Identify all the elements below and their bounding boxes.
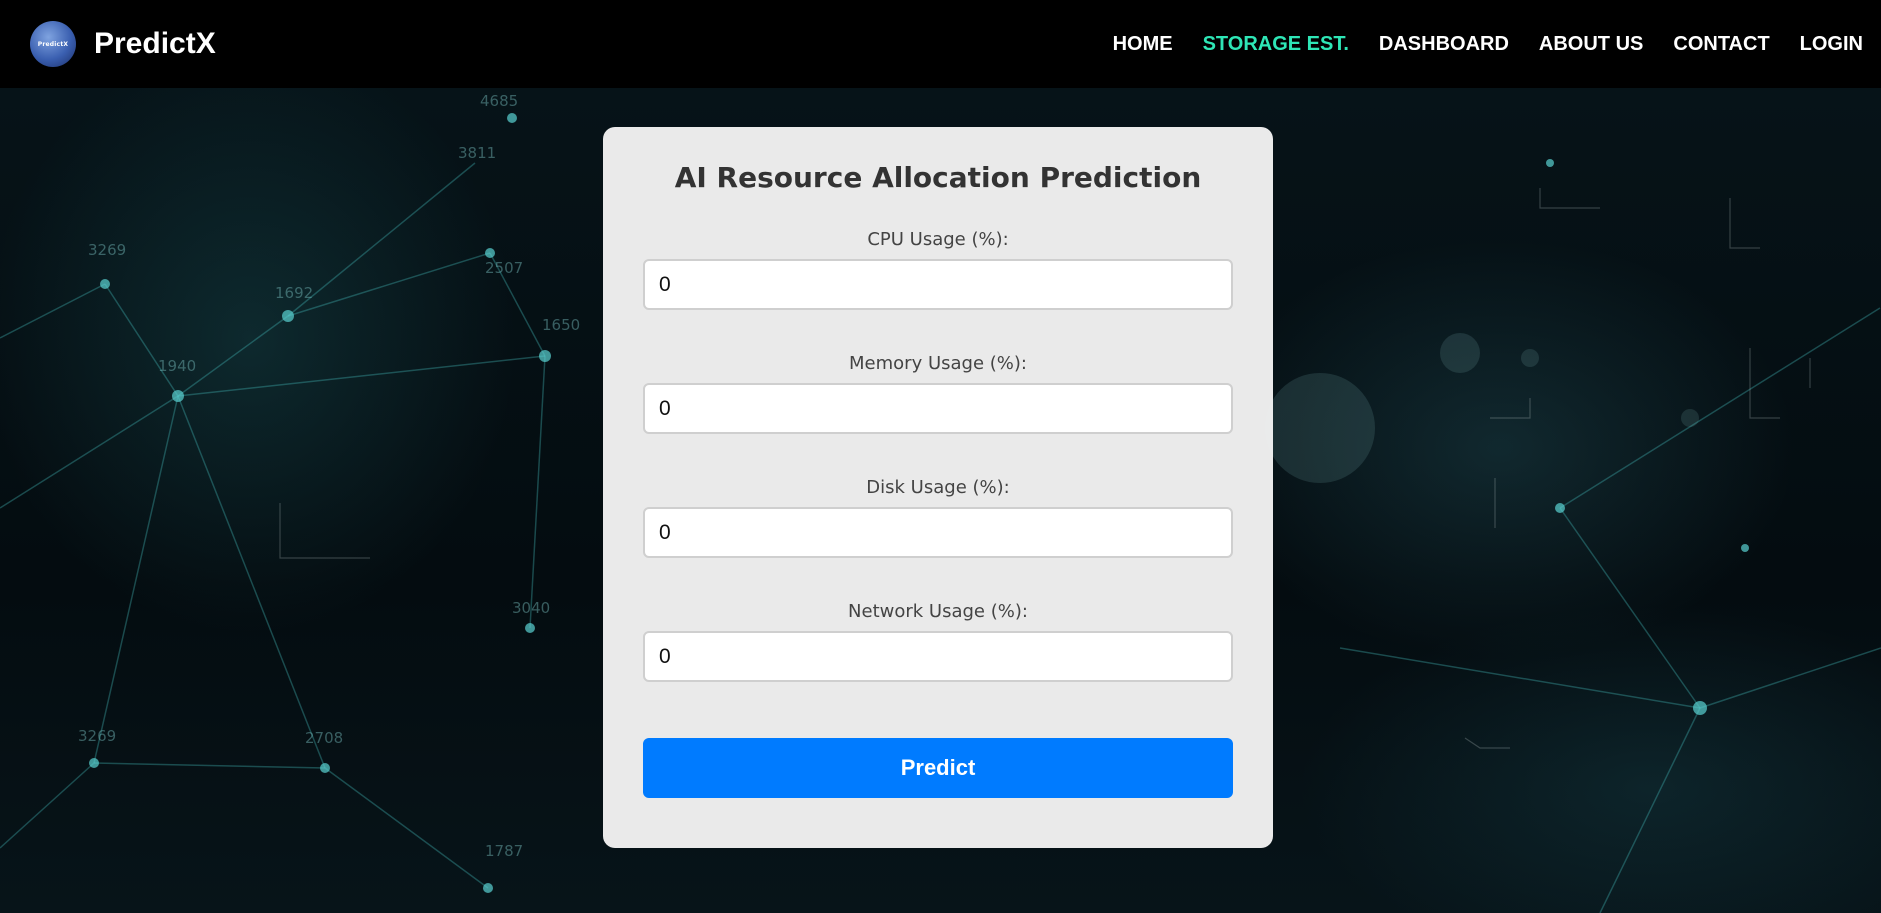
form-title: AI Resource Allocation Prediction <box>674 161 1202 194</box>
nav-item-about-us[interactable]: ABOUT US <box>1539 33 1643 56</box>
brand[interactable]: PredictX PredictX <box>30 21 216 67</box>
disk-usage-input[interactable] <box>643 507 1233 558</box>
nav-item-storage-est[interactable]: STORAGE EST. <box>1203 33 1349 56</box>
nav-links: HOME STORAGE EST. DASHBOARD ABOUT US CON… <box>1083 33 1863 56</box>
network-usage-label: Network Usage (%): <box>848 601 1028 622</box>
cpu-usage-field-group: CPU Usage (%): <box>643 229 1233 310</box>
memory-usage-input[interactable] <box>643 383 1233 434</box>
background-number-label: 3040 <box>512 599 550 617</box>
logo-icon[interactable]: PredictX <box>30 21 76 67</box>
nav-item-contact[interactable]: CONTACT <box>1673 33 1769 56</box>
background-number-label: 4685 <box>480 92 518 110</box>
background-number-label: 1940 <box>158 357 196 375</box>
background-number-label: 2708 <box>305 729 343 747</box>
background-number-label: 1692 <box>275 284 313 302</box>
top-navbar: PredictX PredictX HOME STORAGE EST. DASH… <box>0 0 1881 88</box>
nav-item-dashboard[interactable]: DASHBOARD <box>1379 33 1509 56</box>
nav-item-login[interactable]: LOGIN <box>1800 33 1863 56</box>
nav-item-home[interactable]: HOME <box>1113 33 1173 56</box>
memory-usage-field-group: Memory Usage (%): <box>643 353 1233 434</box>
predict-button[interactable]: Predict <box>643 738 1233 798</box>
network-usage-input[interactable] <box>643 631 1233 682</box>
background-number-label: 2507 <box>485 259 523 277</box>
prediction-form-card: AI Resource Allocation Prediction CPU Us… <box>603 127 1273 848</box>
network-usage-field-group: Network Usage (%): <box>643 601 1233 682</box>
cpu-usage-label: CPU Usage (%): <box>867 229 1009 250</box>
disk-usage-field-group: Disk Usage (%): <box>643 477 1233 558</box>
background-number-label: 1650 <box>542 316 580 334</box>
background-number-label: 3269 <box>88 241 126 259</box>
logo-text: PredictX <box>37 40 69 48</box>
background-number-label: 1787 <box>485 842 523 860</box>
memory-usage-label: Memory Usage (%): <box>849 353 1027 374</box>
background-number-label: 3811 <box>458 144 496 162</box>
cpu-usage-input[interactable] <box>643 259 1233 310</box>
disk-usage-label: Disk Usage (%): <box>866 477 1010 498</box>
brand-name[interactable]: PredictX <box>94 27 216 61</box>
background-number-label: 3269 <box>78 727 116 745</box>
